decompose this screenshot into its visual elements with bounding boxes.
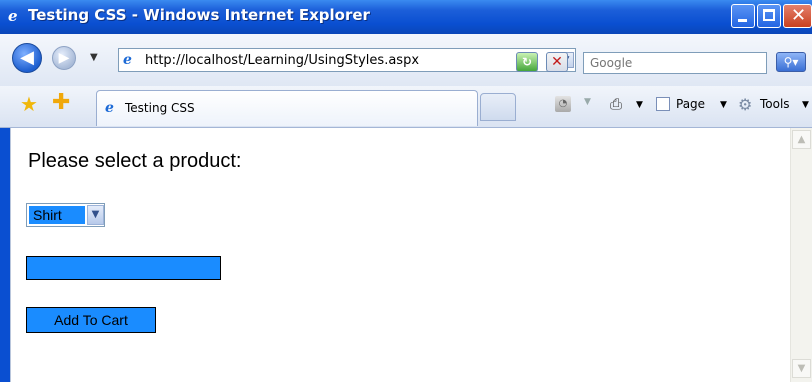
quantity-input[interactable] [26,256,221,280]
tools-menu[interactable]: Tools [760,97,790,111]
chevron-down-icon[interactable]: ▼ [87,205,104,225]
tab-testing-css[interactable]: e Testing CSS [96,90,478,126]
page-menu[interactable]: Page [676,97,705,111]
ie-page-icon: e [105,100,114,116]
product-select-value[interactable]: Shirt [29,206,85,224]
feeds-icon[interactable]: ◔ [555,96,571,112]
page-icon: e [123,52,132,68]
print-dropdown-icon[interactable]: ▼ [636,100,643,110]
ie-logo-icon: e [8,7,18,25]
scroll-down-arrow-icon[interactable]: ▼ [792,359,811,378]
stop-button[interactable]: ✕ [546,52,568,72]
address-bar[interactable]: e http://localhost/Learning/UsingStyles.… [118,48,576,72]
vertical-scrollbar[interactable]: ▲ ▼ [790,128,812,382]
new-tab-button[interactable] [480,93,516,121]
maximize-button[interactable] [757,4,781,28]
search-input[interactable] [584,53,764,73]
refresh-button[interactable]: ↻ [516,52,538,72]
minimize-button[interactable] [731,4,755,28]
address-url[interactable]: http://localhost/Learning/UsingStyles.as… [145,53,419,68]
recent-pages-dropdown[interactable]: ▼ [90,52,98,63]
print-icon[interactable]: ⎙ [610,95,622,113]
back-button[interactable]: ◀ [12,43,42,73]
tab-label: Testing CSS [125,101,195,115]
tools-gear-icon[interactable]: ⚙ [738,95,752,114]
product-select[interactable]: Shirt ▼ [26,203,105,227]
favorites-center-icon[interactable]: ★ [20,94,38,114]
minimize-icon [738,19,747,22]
page-heading: Please select a product: [28,150,242,172]
close-icon: ✕ [791,5,807,26]
forward-button[interactable]: ▶ [52,46,76,70]
tools-dropdown-icon[interactable]: ▼ [802,100,809,110]
search-box[interactable] [583,52,767,74]
window-title: Testing CSS - Windows Internet Explorer [28,6,370,24]
maximize-icon [763,9,775,21]
close-button[interactable]: ✕ [783,4,812,28]
feeds-dropdown-icon[interactable]: ▼ [584,97,591,107]
add-to-favorites-icon[interactable]: ✚ [52,92,70,114]
window-border [0,128,10,382]
page-menu-icon[interactable] [656,97,670,111]
title-bar: e Testing CSS - Windows Internet Explore… [0,0,812,34]
page-dropdown-icon[interactable]: ▼ [720,100,727,110]
scroll-up-arrow-icon[interactable]: ▲ [792,130,811,149]
add-to-cart-button[interactable]: Add To Cart [26,307,156,333]
search-button[interactable]: ⚲▾ [776,52,806,72]
